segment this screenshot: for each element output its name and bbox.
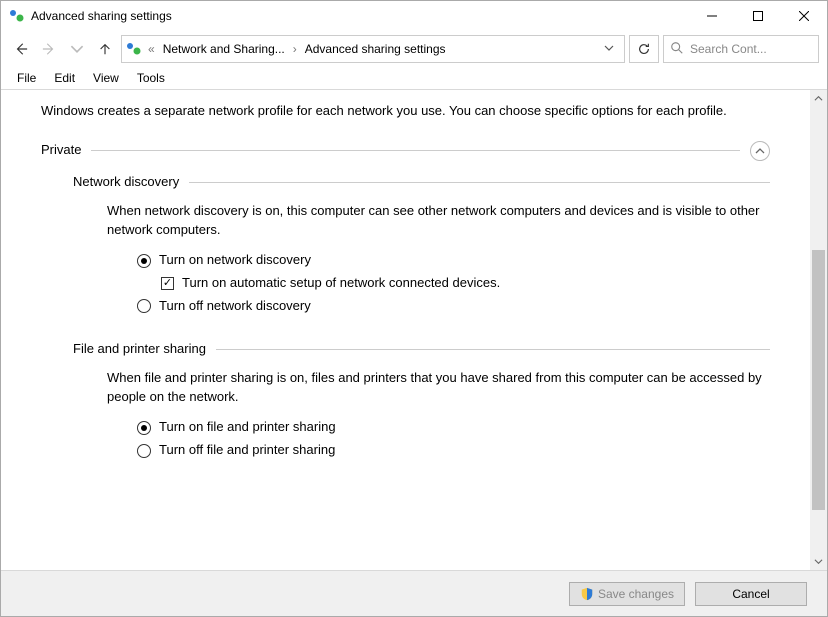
breadcrumb-overflow-icon[interactable]: « [146, 42, 157, 56]
chevron-up-icon[interactable] [750, 141, 770, 161]
content-pane: Windows creates a separate network profi… [1, 90, 810, 570]
minimize-button[interactable] [689, 1, 735, 31]
search-input[interactable] [690, 42, 812, 56]
radio-label: Turn off file and printer sharing [159, 441, 335, 460]
cancel-label: Cancel [732, 587, 769, 601]
address-bar[interactable]: « Network and Sharing... › Advanced shar… [121, 35, 625, 63]
radio-label: Turn on file and printer sharing [159, 418, 336, 437]
network-discovery-desc: When network discovery is on, this compu… [107, 202, 767, 240]
menu-file[interactable]: File [9, 69, 44, 87]
divider [216, 349, 770, 350]
radio-icon [137, 421, 151, 435]
footer: Save changes Cancel [1, 570, 827, 616]
vertical-scrollbar[interactable] [810, 90, 827, 570]
save-changes-label: Save changes [598, 587, 674, 601]
menu-tools[interactable]: Tools [129, 69, 173, 87]
subsection-file-printer-header: File and printer sharing [73, 340, 770, 359]
close-button[interactable] [781, 1, 827, 31]
intro-text: Windows creates a separate network profi… [41, 102, 770, 121]
radio-icon [137, 444, 151, 458]
radio-file-printer-off[interactable]: Turn off file and printer sharing [137, 441, 770, 460]
network-sharing-icon [9, 8, 25, 24]
scroll-thumb[interactable] [812, 250, 825, 510]
refresh-button[interactable] [629, 35, 659, 63]
radio-label: Turn on network discovery [159, 251, 311, 270]
divider [91, 150, 740, 151]
menu-view[interactable]: View [85, 69, 127, 87]
maximize-button[interactable] [735, 1, 781, 31]
scroll-down-icon[interactable] [810, 553, 827, 570]
save-changes-button[interactable]: Save changes [569, 582, 685, 606]
menu-edit[interactable]: Edit [46, 69, 83, 87]
chevron-right-icon: › [291, 42, 299, 56]
network-sharing-icon [126, 41, 142, 57]
forward-button[interactable] [37, 37, 61, 61]
scroll-up-icon[interactable] [810, 90, 827, 107]
checkbox-icon [161, 277, 174, 290]
shield-icon [580, 587, 594, 601]
nav-row: « Network and Sharing... › Advanced shar… [1, 31, 827, 67]
address-dropdown-icon[interactable] [598, 42, 620, 56]
file-printer-desc: When file and printer sharing is on, fil… [107, 369, 767, 407]
checkbox-label: Turn on automatic setup of network conne… [182, 274, 500, 293]
up-button[interactable] [93, 37, 117, 61]
radio-icon [137, 254, 151, 268]
search-icon [670, 41, 684, 58]
window-title: Advanced sharing settings [31, 9, 172, 23]
breadcrumb-advanced-sharing[interactable]: Advanced sharing settings [301, 40, 450, 58]
titlebar: Advanced sharing settings [1, 1, 827, 31]
cancel-button[interactable]: Cancel [695, 582, 807, 606]
radio-network-discovery-on[interactable]: Turn on network discovery [137, 251, 770, 270]
network-discovery-label: Network discovery [73, 173, 179, 192]
section-private-label: Private [41, 141, 81, 160]
section-private-header[interactable]: Private [41, 141, 770, 161]
file-printer-label: File and printer sharing [73, 340, 206, 359]
search-box[interactable] [663, 35, 819, 63]
subsection-network-discovery-header: Network discovery [73, 173, 770, 192]
checkbox-auto-setup[interactable]: Turn on automatic setup of network conne… [161, 274, 770, 293]
divider [189, 182, 770, 183]
recent-dropdown-icon[interactable] [65, 37, 89, 61]
back-button[interactable] [9, 37, 33, 61]
menu-bar: File Edit View Tools [1, 67, 827, 89]
radio-label: Turn off network discovery [159, 297, 311, 316]
radio-network-discovery-off[interactable]: Turn off network discovery [137, 297, 770, 316]
breadcrumb-network-sharing[interactable]: Network and Sharing... [159, 40, 289, 58]
radio-file-printer-on[interactable]: Turn on file and printer sharing [137, 418, 770, 437]
radio-icon [137, 299, 151, 313]
